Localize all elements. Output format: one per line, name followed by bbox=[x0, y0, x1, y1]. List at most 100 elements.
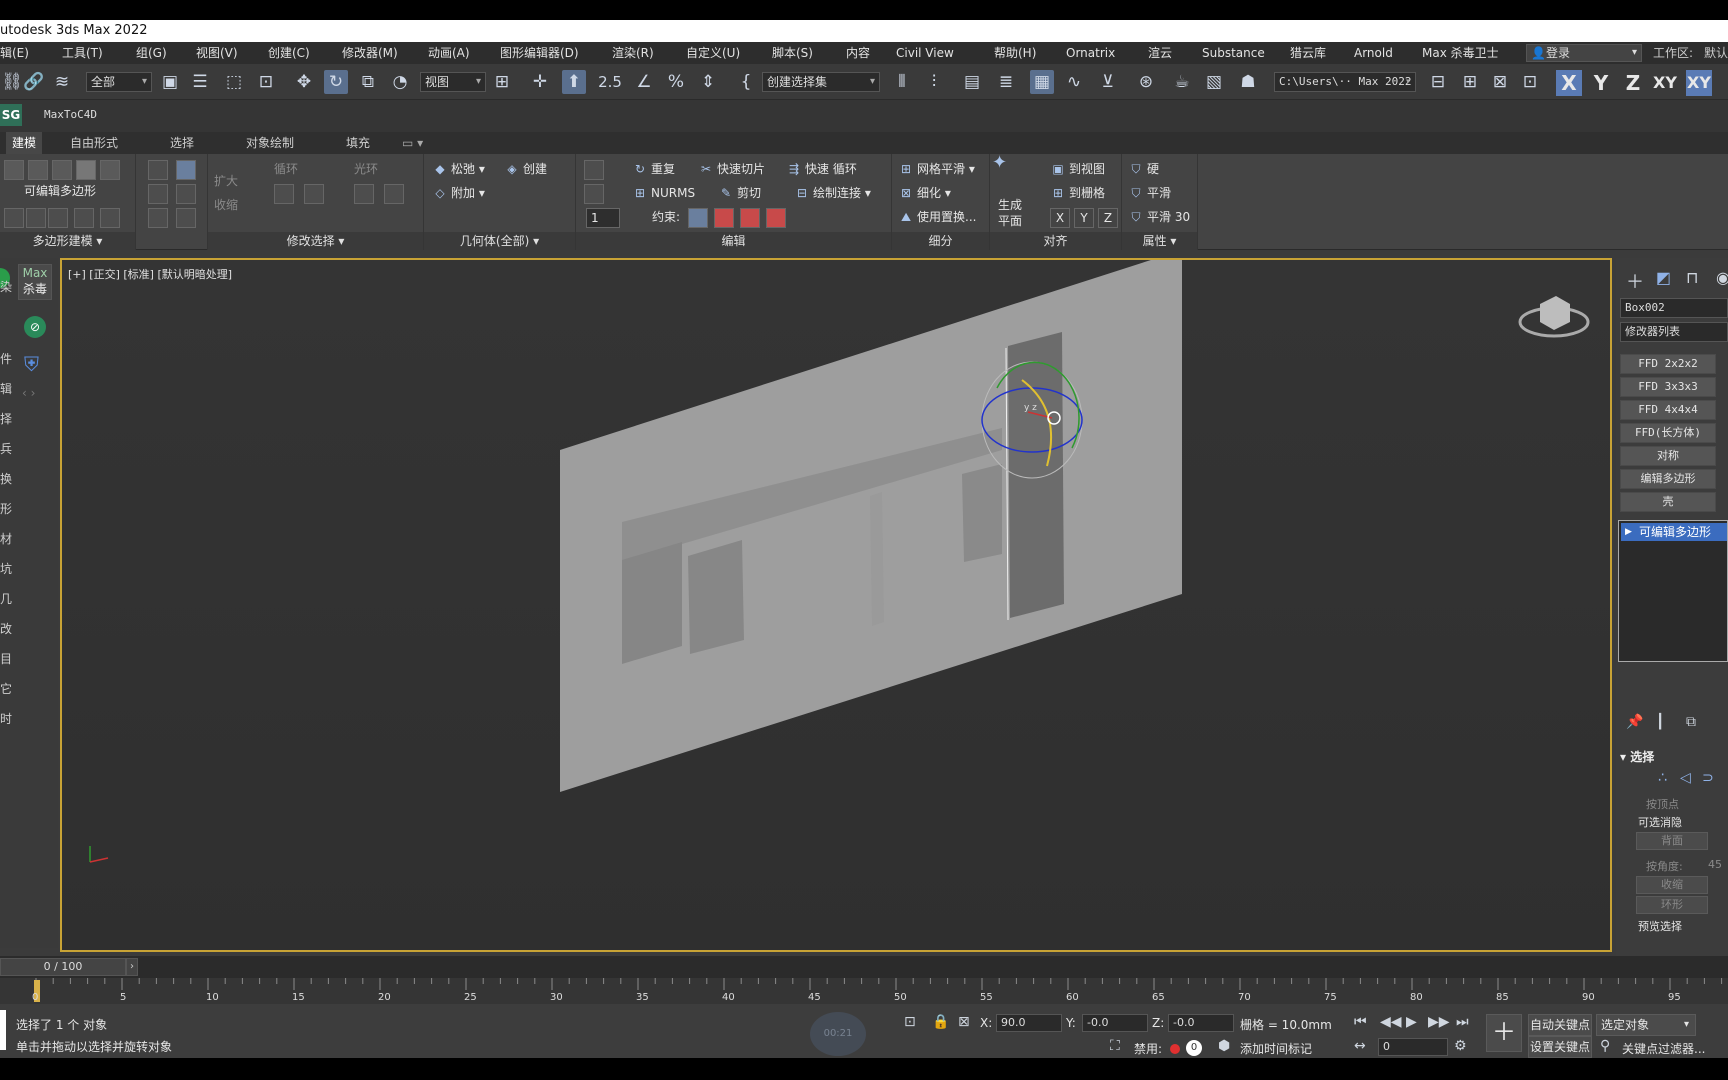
create-button[interactable]: ◈ 创建 bbox=[504, 160, 547, 178]
go-to-start-icon[interactable]: ⏮ bbox=[1354, 1014, 1367, 1030]
modifier-symmetry[interactable]: 对称 bbox=[1620, 446, 1716, 466]
poly-tool-1-icon[interactable] bbox=[4, 208, 24, 228]
border-mode-icon[interactable] bbox=[52, 160, 72, 180]
ring-button[interactable]: 光环 bbox=[354, 160, 378, 178]
z-coord-field[interactable]: -0.0 bbox=[1168, 1014, 1234, 1032]
unlink-icon[interactable]: 🔗 bbox=[22, 70, 46, 94]
generate-plane-label-2[interactable]: 平面 bbox=[998, 212, 1022, 230]
use-displacement-button[interactable]: ⛰ 使用置换... bbox=[898, 208, 977, 226]
bind-spacewarp-icon[interactable]: ≋ bbox=[50, 70, 74, 94]
adaptive-degradation-icon[interactable]: ⛶ bbox=[1110, 1038, 1120, 1054]
set-key-big-button[interactable]: ＋ bbox=[1486, 1014, 1522, 1052]
expand-triangle-icon[interactable]: ▶ bbox=[1625, 523, 1632, 541]
absolute-mode-icon[interactable]: ⊠ bbox=[958, 1014, 970, 1030]
menu-renderyun[interactable]: 渲云 bbox=[1148, 42, 1172, 64]
go-to-end-icon[interactable]: ⏭ bbox=[1456, 1014, 1469, 1030]
subobject-vertex-icon[interactable]: ∴ bbox=[1658, 770, 1667, 786]
play-icon[interactable]: ▶ bbox=[1406, 1014, 1417, 1030]
viewport-front[interactable]: [+] [正交] [标准] [默认明暗处理] y z bbox=[60, 258, 1612, 952]
smooth-button[interactable]: ⛉ 平滑 bbox=[1128, 184, 1171, 202]
edit-named-selection-icon[interactable]: { bbox=[734, 70, 758, 94]
object-name-field[interactable]: Box002 bbox=[1620, 298, 1728, 318]
menu-arnold[interactable]: Arnold bbox=[1354, 42, 1393, 64]
pivot-center-icon[interactable]: ⊞ bbox=[490, 70, 514, 94]
edit-spinner[interactable]: 1 bbox=[586, 208, 620, 228]
poly-tool-5-icon[interactable] bbox=[100, 208, 120, 228]
modifier-ffd-3x3x3[interactable]: FFD 3x3x3 bbox=[1620, 377, 1716, 397]
desk-divider[interactable] bbox=[870, 492, 884, 626]
axis-xy-button[interactable]: XY bbox=[1652, 70, 1678, 96]
to-grid-button[interactable]: ⊞ 到栅格 bbox=[1050, 184, 1105, 202]
by-angle-checkbox[interactable]: 按角度: bbox=[1646, 858, 1683, 874]
x-coord-field[interactable]: 90.0 bbox=[996, 1014, 1062, 1032]
shrink-selection-button[interactable]: 收缩 bbox=[1636, 876, 1708, 894]
y-coord-field[interactable]: -0.0 bbox=[1082, 1014, 1148, 1032]
shrink-button[interactable]: 收缩 bbox=[214, 196, 238, 214]
menu-edit[interactable]: 辑(E) bbox=[0, 42, 29, 64]
tab-selection[interactable]: 选择 bbox=[170, 132, 194, 154]
menu-graph-editors[interactable]: 图形编辑器(D) bbox=[500, 42, 579, 64]
scale-icon[interactable]: ⧉ bbox=[356, 70, 380, 94]
shield-icon[interactable]: ⛨ bbox=[24, 352, 39, 376]
mirror-icon[interactable]: ⫴ bbox=[890, 70, 914, 94]
subobject-edge-icon[interactable]: ◁ bbox=[1680, 770, 1691, 786]
menu-modifiers[interactable]: 修改器(M) bbox=[342, 42, 398, 64]
time-config-icon[interactable]: ⚙ bbox=[1454, 1038, 1467, 1054]
loop-button[interactable]: 循环 bbox=[274, 160, 298, 178]
render-setup-icon[interactable]: ☕ bbox=[1170, 70, 1194, 94]
scene-explorer-icon[interactable]: ▤ bbox=[960, 70, 984, 94]
desk-left-side[interactable] bbox=[622, 542, 682, 664]
hierarchy-panel-icon[interactable]: ⊓ bbox=[1686, 268, 1698, 287]
quickloop-button[interactable]: ⇶ 快速 循环 bbox=[786, 160, 857, 178]
group-align-label[interactable]: 对齐 bbox=[990, 232, 1121, 250]
quickslice-button[interactable]: ✂ 快速切片 bbox=[698, 160, 765, 178]
time-tag-icon[interactable]: 0 bbox=[1186, 1040, 1202, 1056]
menu-rendering[interactable]: 渲染(R) bbox=[612, 42, 654, 64]
menu-animation[interactable]: 动画(A) bbox=[428, 42, 470, 64]
cut-button[interactable]: ✎ 剪切 bbox=[718, 184, 761, 202]
stack-tool-2-icon[interactable] bbox=[176, 160, 196, 180]
workspace-value[interactable]: 默认 bbox=[1704, 42, 1728, 64]
menu-group[interactable]: 组(G) bbox=[136, 42, 167, 64]
backface-button[interactable]: 背面 bbox=[1636, 832, 1708, 850]
modify-panel-icon[interactable]: ◩ bbox=[1656, 268, 1671, 287]
max-antivirus-button[interactable]: Max 杀毒 bbox=[18, 264, 52, 300]
tab-object-paint[interactable]: 对象绘制 bbox=[246, 132, 294, 154]
rotate-icon[interactable]: ↻ bbox=[324, 70, 348, 94]
maxscript-listener-strip[interactable] bbox=[0, 1010, 6, 1050]
ribbon-options-icon[interactable]: ▭ ▾ bbox=[402, 132, 423, 154]
stack-tool-1-icon[interactable] bbox=[148, 160, 168, 180]
preserve-uv-icon[interactable] bbox=[584, 160, 604, 180]
nurms-button[interactable]: ⊞ NURMS bbox=[632, 184, 695, 202]
select-by-name-icon[interactable]: ☰ bbox=[188, 70, 212, 94]
key-mode-icon[interactable]: ↔ bbox=[1354, 1038, 1366, 1054]
repeat-button[interactable]: ↻ 重复 bbox=[632, 160, 675, 178]
stack-item-editable-poly[interactable]: ▶ 可编辑多边形 bbox=[1621, 523, 1727, 541]
constraint-none-icon[interactable] bbox=[688, 208, 708, 228]
modifier-ffd-2x2x2[interactable]: FFD 2x2x2 bbox=[1620, 354, 1716, 374]
axis-xy-plane-button[interactable]: XY bbox=[1686, 70, 1712, 96]
element-mode-icon[interactable] bbox=[100, 160, 120, 180]
axis-z-button[interactable]: Z bbox=[1620, 70, 1646, 96]
vertex-mode-icon[interactable] bbox=[4, 160, 24, 180]
attach-button[interactable]: ◇ 附加 ▾ bbox=[432, 184, 484, 202]
show-end-result-icon[interactable]: ┃ bbox=[1656, 714, 1664, 730]
align-y-button[interactable]: Y bbox=[1074, 208, 1094, 228]
set-key-button[interactable]: 设置关键点 bbox=[1528, 1036, 1592, 1058]
previous-frame-icon[interactable]: ◀◀ bbox=[1380, 1014, 1402, 1030]
key-filter-icon[interactable]: ⚲ bbox=[1600, 1038, 1610, 1054]
max-to-c4d-button[interactable]: MaxToC4D bbox=[44, 108, 97, 121]
sg-badge[interactable]: SG bbox=[0, 104, 22, 126]
to-view-button[interactable]: ▣ 到视图 bbox=[1050, 160, 1105, 178]
curve-editor-icon[interactable]: ∿ bbox=[1062, 70, 1086, 94]
tweak-icon[interactable] bbox=[584, 184, 604, 204]
constraint-edge-icon[interactable] bbox=[714, 208, 734, 228]
named-selection-set-dropdown[interactable]: 创建选择集 bbox=[762, 72, 880, 92]
menu-customize[interactable]: 自定义(U) bbox=[686, 42, 740, 64]
group-modify-selection-label[interactable]: 修改选择 ▾ bbox=[208, 232, 423, 250]
time-slider[interactable]: 0 / 100 bbox=[0, 958, 126, 976]
align-x-button[interactable]: X bbox=[1050, 208, 1070, 228]
modifier-list-dropdown[interactable]: 修改器列表 bbox=[1620, 322, 1728, 342]
stack-tool-4-icon[interactable] bbox=[176, 184, 196, 204]
rendered-frame-icon[interactable]: ▧ bbox=[1202, 70, 1226, 94]
